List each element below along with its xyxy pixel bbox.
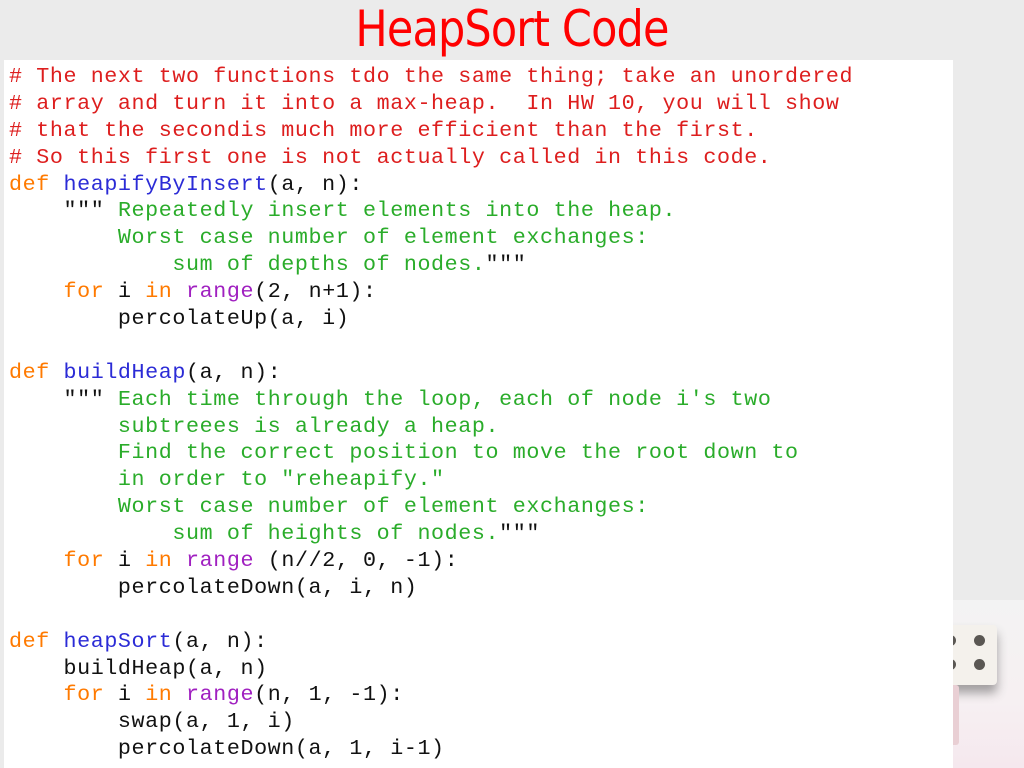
code-line: """ Each time through the loop, each of … <box>9 387 853 414</box>
keyword: for <box>63 548 105 574</box>
code-line: buildHeap(a, n) <box>9 656 853 683</box>
die-pip <box>974 635 985 646</box>
code-line: # that the secondis much more efficient … <box>9 118 853 145</box>
code-line: Worst case number of element exchanges: <box>9 494 853 521</box>
second-die <box>953 685 959 745</box>
code-text: percolateDown(a, i, n) <box>9 574 418 600</box>
code-text: percolateUp(a, i) <box>9 306 350 332</box>
code-line: def buildHeap(a, n): <box>9 360 853 387</box>
code-line: Worst case number of element exchanges: <box>9 225 853 252</box>
code-text: (n//2, 0, -1): <box>254 548 459 574</box>
code-line: def heapSort(a, n): <box>9 629 853 656</box>
code-text: i <box>104 279 146 305</box>
code-line: swap(a, 1, i) <box>9 709 853 736</box>
comment: # array and turn it into a max-heap. In … <box>9 90 840 116</box>
comment: # So this first one is not actually call… <box>9 144 772 170</box>
code-line: for i in range(2, n+1): <box>9 279 853 306</box>
function-name: buildHeap <box>63 359 187 385</box>
code-line: percolateUp(a, i) <box>9 306 853 333</box>
code-panel: # The next two functions tdo the same th… <box>4 60 953 768</box>
code-line: sum of depths of nodes.""" <box>9 252 853 279</box>
code-text: (a, n): <box>172 628 268 654</box>
dice-icon <box>953 600 1024 768</box>
code-text: """ <box>63 198 118 224</box>
code-text: buildHeap(a, n) <box>9 655 268 681</box>
code-line: sum of heights of nodes.""" <box>9 521 853 548</box>
die-pip <box>953 635 956 646</box>
docstring: Find the correct position to move the ro… <box>9 440 799 466</box>
code-line: percolateDown(a, i, n) <box>9 575 853 602</box>
keyword: in <box>145 682 173 708</box>
builtin: range <box>186 682 255 708</box>
code-text: """ <box>485 252 527 278</box>
comment: # The next two functions tdo the same th… <box>9 64 854 89</box>
code-line: Find the correct position to move the ro… <box>9 440 853 467</box>
code-text: (n, 1, -1): <box>254 682 404 708</box>
die-pip <box>953 659 956 670</box>
keyword: in <box>145 548 173 574</box>
docstring: Worst case number of element exchanges: <box>9 494 649 520</box>
comment: # that the secondis much more efficient … <box>9 117 758 143</box>
function-name: heapifyByInsert <box>63 171 268 197</box>
code-line: subtreees is already a heap. <box>9 414 853 441</box>
code-text: """ <box>63 386 118 412</box>
code-text: i <box>104 548 146 574</box>
docstring: Worst case number of element exchanges: <box>9 225 649 251</box>
docstring: Repeatedly insert elements into the heap… <box>117 198 677 224</box>
builtin: range <box>186 548 255 574</box>
keyword: in <box>145 279 173 305</box>
code-line: # array and turn it into a max-heap. In … <box>9 91 853 118</box>
slide-title: HeapSort Code <box>355 0 669 58</box>
code-line: for i in range(n, 1, -1): <box>9 682 853 709</box>
keyword: def <box>9 359 64 385</box>
docstring: in order to "reheapify." <box>9 467 445 493</box>
code-text: (a, n): <box>186 359 282 385</box>
code-text: percolateDown(a, 1, i-1) <box>9 736 445 762</box>
keyword: for <box>63 279 105 305</box>
code-line: in order to "reheapify." <box>9 467 853 494</box>
die-face <box>953 625 997 685</box>
docstring: subtreees is already a heap. <box>9 413 500 439</box>
code-text: swap(a, 1, i) <box>9 709 295 735</box>
code-block: # The next two functions tdo the same th… <box>9 64 853 763</box>
code-line: # The next two functions tdo the same th… <box>9 64 853 91</box>
code-text: i <box>104 682 146 708</box>
keyword: def <box>9 171 64 197</box>
code-line: """ Repeatedly insert elements into the … <box>9 198 853 225</box>
keyword: for <box>63 682 105 708</box>
keyword: def <box>9 628 64 654</box>
docstring: sum of heights of nodes. <box>9 521 500 547</box>
code-text: (2, n+1): <box>254 279 377 305</box>
code-line: percolateDown(a, 1, i-1) <box>9 736 853 763</box>
die-pip <box>974 659 985 670</box>
code-line: # So this first one is not actually call… <box>9 145 853 172</box>
docstring: Each time through the loop, each of node… <box>117 386 772 412</box>
code-line: def heapifyByInsert(a, n): <box>9 172 853 199</box>
docstring: sum of depths of nodes. <box>9 252 486 278</box>
function-name: heapSort <box>63 628 173 654</box>
code-text: """ <box>499 521 540 547</box>
code-text: (a, n): <box>267 171 364 197</box>
code-line: for i in range (n//2, 0, -1): <box>9 548 853 575</box>
builtin: range <box>186 279 255 305</box>
